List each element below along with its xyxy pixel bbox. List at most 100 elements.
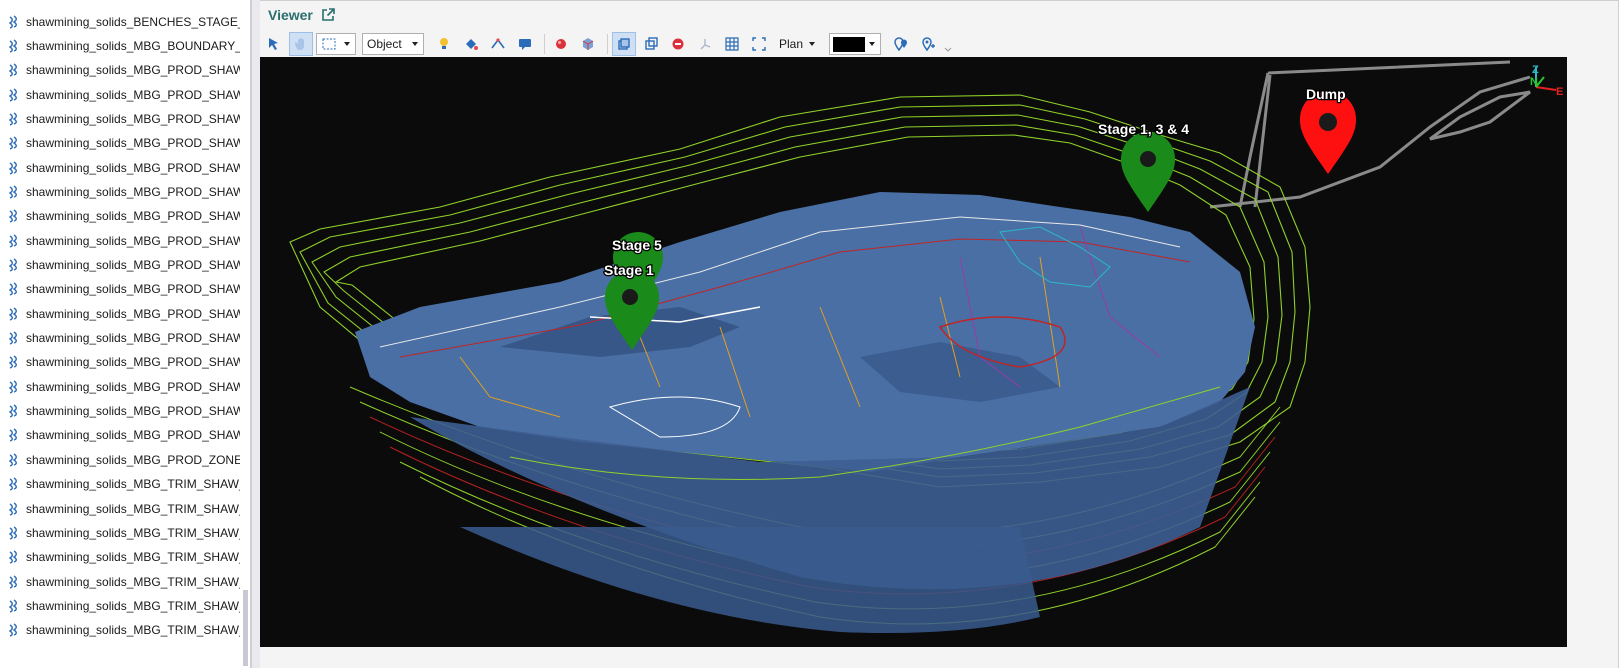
solid-layer-icon [7, 258, 21, 272]
map-pin-icon [1121, 132, 1175, 212]
layer-list-item[interactable]: shawmining_solids_MBG_PROD_SHAW_1 [0, 277, 240, 302]
lightbulb-icon[interactable] [432, 32, 456, 56]
layer-list-item[interactable]: shawmining_solids_MBG_PROD_SHAW_1 [0, 82, 240, 107]
layer-list-item[interactable]: shawmining_solids_MBG_TRIM_SHAW_1( [0, 520, 240, 545]
markers-icon[interactable] [889, 32, 913, 56]
color-swatch [833, 36, 865, 52]
solid-layer-icon [7, 136, 21, 150]
layer-label: shawmining_solids_MBG_PROD_SHAW_1 [26, 258, 240, 272]
layer-list-item[interactable]: shawmining_solids_MBG_PROD_SHAW_1 [0, 131, 240, 156]
axis-gizmo-icon[interactable] [693, 32, 717, 56]
solid-layer-icon [7, 234, 21, 248]
marker-dump[interactable]: Dump [1300, 85, 1356, 174]
layer-list-item[interactable]: shawmining_solids_MBG_PROD_SHAW_1 [0, 350, 240, 375]
toolbar-overflow-icon[interactable] [943, 32, 953, 56]
solid-layer-icon [7, 161, 21, 175]
solid-layer-icon [7, 404, 21, 418]
layered-box-icon[interactable] [612, 32, 636, 56]
layer-list-item[interactable]: shawmining_solids_MBG_PROD_SHAW_1 [0, 253, 240, 278]
marker-stage-1-3-4[interactable]: Stage 1, 3 & 4 [1097, 120, 1191, 212]
solid-layer-icon [7, 477, 21, 491]
annotation-icon[interactable] [513, 32, 537, 56]
layer-list-item[interactable]: shawmining_solids_MBG_PROD_SHAW_1 [0, 301, 240, 326]
fit-view-icon[interactable] [747, 32, 771, 56]
axis-n-label: N [1530, 76, 1538, 88]
layer-list-item[interactable]: shawmining_solids_MBG_PROD_SHAW_1 [0, 155, 240, 180]
solid-layer-icon [7, 501, 21, 516]
layer-label: shawmining_solids_MBG_PROD_SHAW_1 [26, 209, 240, 224]
layer-list-item[interactable]: shawmining_solids_MBG_TRIM_SHAW_1( [0, 472, 240, 497]
solid-layer-icon [7, 428, 21, 443]
solid-layer-icon [7, 331, 21, 345]
layer-label: shawmining_solids_MBG_PROD_SHAW_1 [26, 63, 240, 78]
axis-z-label: Z [1532, 64, 1539, 76]
grid-icon[interactable] [720, 32, 744, 56]
popout-icon[interactable] [321, 8, 335, 22]
layer-list-item[interactable]: shawmining_solids_MBG_PROD_ZONE_S [0, 447, 240, 472]
layer-list-panel: shawmining_solids_BENCHES_STAGE_10shawmi… [0, 0, 251, 668]
layer-list-item[interactable]: shawmining_solids_MBG_PROD_SHAW_1 [0, 374, 240, 399]
layer-list-item[interactable]: shawmining_solids_MBG_TRIM_SHAW_1( [0, 496, 240, 521]
clip-box-icon[interactable] [639, 32, 663, 56]
measure-tool-icon[interactable] [486, 32, 510, 56]
pan-hand-icon[interactable] [289, 32, 313, 56]
solid-layer-icon [7, 14, 21, 29]
solid-layer-icon [7, 63, 21, 77]
solid-layer-icon [7, 453, 21, 467]
sidebar-scrollbar-track[interactable] [241, 0, 249, 668]
layer-label: shawmining_solids_MBG_PROD_SHAW_1 [26, 233, 240, 248]
layer-label: shawmining_solids_MBG_TRIM_SHAW_1( [26, 550, 240, 565]
solid-layer-icon [7, 526, 21, 540]
select-arrow-icon[interactable] [262, 32, 286, 56]
layer-label: shawmining_solids_MBG_PROD_SHAW_1 [26, 331, 240, 346]
layer-list-item[interactable]: shawmining_solids_MBG_BOUNDARY_SH [0, 33, 240, 58]
viewer-toolbar: Object Plan [260, 30, 1619, 58]
selection-mode-dropdown[interactable]: Object [362, 33, 424, 55]
pit-model-scene[interactable]: Stage 5 Stage 1 Stage 1, 3 & 4 Dump Z N … [260, 57, 1567, 647]
stop-icon[interactable] [666, 32, 690, 56]
layer-label: shawmining_solids_MBG_TRIM_SHAW_1( [26, 598, 240, 613]
add-marker-icon[interactable] [916, 32, 940, 56]
layer-list-item[interactable]: shawmining_solids_MBG_PROD_SHAW_1 [0, 204, 240, 229]
layer-label: shawmining_solids_MBG_PROD_SHAW_1 [26, 87, 240, 102]
layer-list-item[interactable]: shawmining_solids_MBG_PROD_SHAW_1 [0, 423, 240, 448]
panel-splitter[interactable] [251, 0, 260, 668]
layer-label: shawmining_solids_MBG_PROD_SHAW_1 [26, 379, 240, 394]
layer-label: shawmining_solids_BENCHES_STAGE_10 [26, 14, 240, 29]
layer-list-item[interactable]: shawmining_solids_MBG_TRIM_SHAW_1( [0, 569, 240, 594]
background-color-dropdown[interactable] [829, 33, 881, 55]
selection-shape-dropdown[interactable] [316, 33, 356, 55]
layer-list-item[interactable]: shawmining_solids_MBG_PROD_SHAW_1 [0, 179, 240, 204]
solid-layer-icon [7, 307, 21, 321]
cube-object-icon[interactable] [576, 32, 600, 56]
layer-list-item[interactable]: shawmining_solids_MBG_TRIM_SHAW_1( [0, 545, 240, 570]
layer-label: shawmining_solids_MBG_PROD_SHAW_1 [26, 111, 240, 126]
layer-label: shawmining_solids_MBG_PROD_SHAW_1 [26, 306, 240, 321]
map-pin-icon [1300, 91, 1356, 174]
layer-label: shawmining_solids_MBG_TRIM_SHAW_1( [26, 501, 240, 516]
chevron-down-icon [412, 42, 418, 46]
3d-viewport[interactable]: Stage 5 Stage 1 Stage 1, 3 & 4 Dump Z N … [260, 57, 1567, 647]
layer-list-item[interactable]: shawmining_solids_MBG_PROD_SHAW_1 [0, 106, 240, 131]
solid-layer-icon [7, 599, 21, 613]
layer-list-item[interactable]: shawmining_solids_MBG_PROD_SHAW_1 [0, 399, 240, 424]
paint-bucket-icon[interactable] [459, 32, 483, 56]
solid-layer-icon [7, 623, 21, 637]
layer-list-item[interactable]: shawmining_solids_MBG_PROD_SHAW_1 [0, 58, 240, 83]
layer-label: shawmining_solids_MBG_TRIM_SHAW_1( [26, 574, 240, 589]
layer-list-item[interactable]: shawmining_solids_MBG_PROD_SHAW_1 [0, 228, 240, 253]
layer-list-item[interactable]: shawmining_solids_MBG_TRIM_SHAW_1( [0, 593, 240, 618]
layer-label: shawmining_solids_MBG_PROD_SHAW_1 [26, 355, 240, 370]
solid-layer-icon [7, 39, 21, 53]
marker-label-stage-5: Stage 5 [612, 237, 662, 253]
view-mode-dropdown[interactable]: Plan [774, 32, 820, 56]
layer-list-item[interactable]: shawmining_solids_MBG_TRIM_SHAW_1( [0, 618, 240, 643]
chevron-down-icon [344, 42, 350, 46]
viewer-title: Viewer [268, 7, 313, 23]
layer-list-item[interactable]: shawmining_solids_MBG_PROD_SHAW_1 [0, 326, 240, 351]
layer-label: shawmining_solids_MBG_BOUNDARY_SH [26, 38, 240, 53]
sphere-object-icon[interactable] [549, 32, 573, 56]
sidebar-scrollbar-thumb[interactable] [243, 590, 248, 666]
layer-list-item[interactable]: shawmining_solids_BENCHES_STAGE_10 [0, 9, 240, 34]
layer-label: shawmining_solids_MBG_PROD_SHAW_1 [26, 184, 240, 199]
